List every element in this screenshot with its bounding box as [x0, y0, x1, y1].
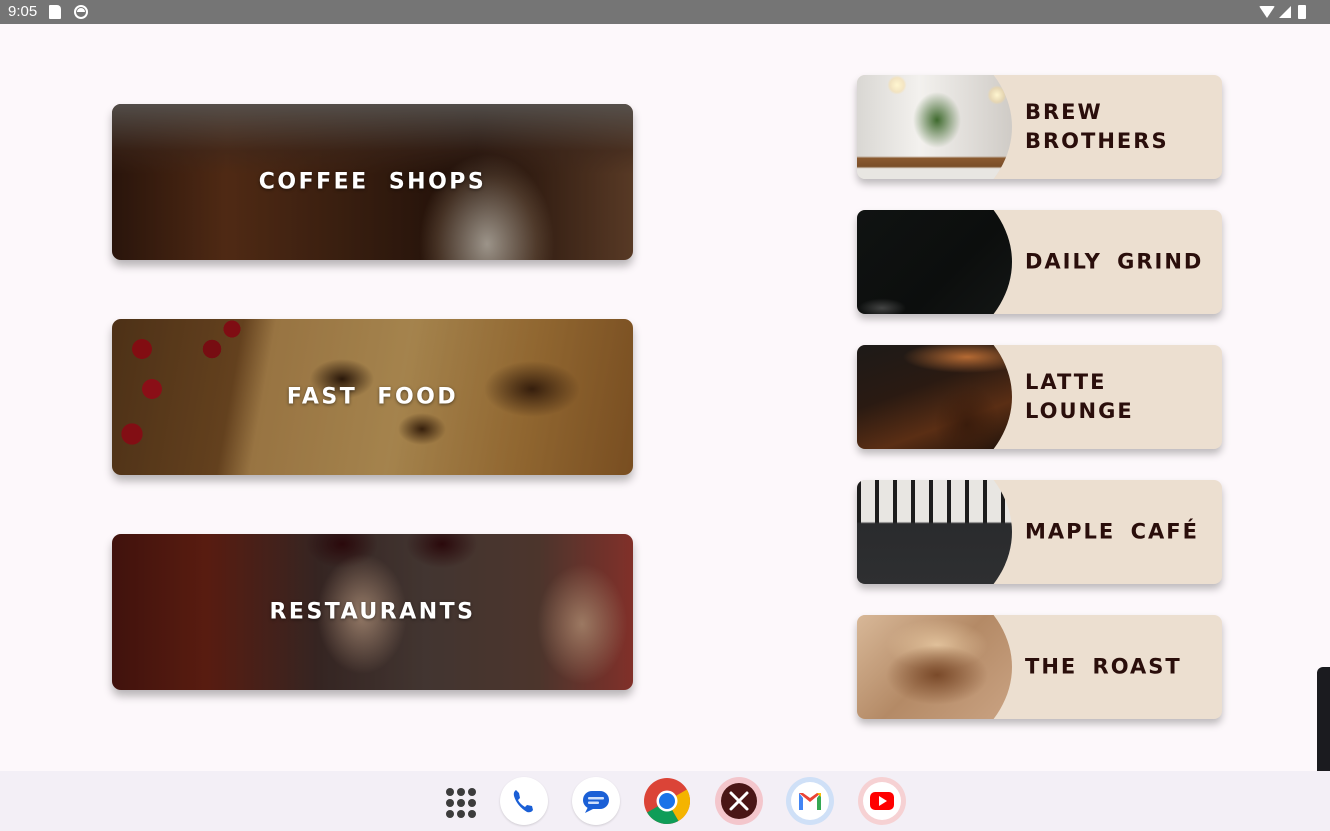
place-card-daily-grind[interactable]: DAILY GRIND — [857, 210, 1222, 314]
status-right-icons — [1259, 4, 1306, 20]
youtube-icon[interactable] — [858, 777, 906, 825]
place-name: THE ROAST — [1025, 654, 1182, 679]
wifi-icon — [1259, 6, 1275, 18]
place-card-brew-brothers[interactable]: BREW BROTHERS — [857, 75, 1222, 179]
place-image — [857, 480, 1012, 584]
place-card-latte-lounge[interactable]: LATTE LOUNGE — [857, 345, 1222, 449]
place-name: DAILY GRIND — [1025, 249, 1204, 274]
place-card-the-roast[interactable]: THE ROAST — [857, 615, 1222, 719]
messages-icon[interactable] — [572, 777, 620, 825]
chrome-icon[interactable] — [643, 777, 691, 825]
place-name: LATTE LOUNGE — [1025, 370, 1134, 423]
battery-icon — [1298, 5, 1306, 19]
signal-icon — [1279, 6, 1291, 18]
status-bar: 9:05 — [0, 0, 1330, 24]
category-card-fast-food[interactable]: FAST FOOD — [112, 319, 633, 475]
category-label: RESTAURANTS — [269, 599, 476, 625]
place-image — [857, 75, 1012, 179]
gmail-icon[interactable] — [786, 777, 834, 825]
place-name: BREW BROTHERS — [1025, 100, 1169, 153]
phone-icon[interactable] — [500, 777, 548, 825]
category-card-restaurants[interactable]: RESTAURANTS — [112, 534, 633, 690]
place-image — [857, 210, 1012, 314]
category-label: COFFEE SHOPS — [258, 169, 487, 195]
app-drawer-icon[interactable] — [435, 777, 483, 825]
place-image — [857, 345, 1012, 449]
sd-card-icon — [49, 5, 61, 19]
category-card-coffee-shops[interactable]: COFFEE SHOPS — [112, 104, 633, 260]
place-image — [857, 615, 1012, 719]
restaurant-app-icon[interactable] — [715, 777, 763, 825]
place-card-maple-cafe[interactable]: MAPLE CAFÉ — [857, 480, 1222, 584]
app-circle-icon — [74, 5, 88, 19]
status-time: 9:05 — [8, 3, 38, 20]
place-name: MAPLE CAFÉ — [1025, 519, 1199, 544]
category-label: FAST FOOD — [286, 384, 459, 410]
